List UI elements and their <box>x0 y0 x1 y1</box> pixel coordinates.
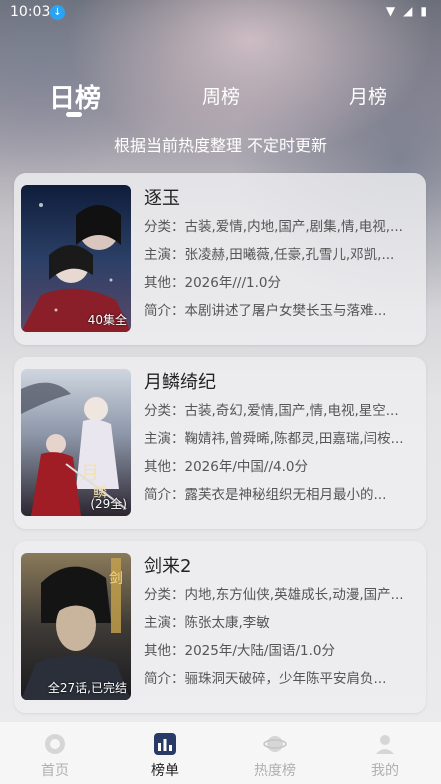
cast-value: 鞠婧祎,曾舜晞,陈都灵,田嘉瑞,闫桉... <box>184 431 404 447</box>
ranking-chart-icon <box>154 733 176 755</box>
wifi-icon: ▼ <box>385 4 396 18</box>
category-label: 分类： <box>144 587 185 603</box>
intro-value: 本剧讲述了屠户女樊长玉与落难... <box>184 303 387 319</box>
cast-value: 陈张太康,李敏 <box>184 615 270 631</box>
other-value: 2026年///1.0分 <box>184 275 281 291</box>
other-label: 其他： <box>144 459 185 475</box>
planet-icon <box>263 736 287 752</box>
tab-weekly[interactable]: 周榜 <box>196 82 246 109</box>
page-subtitle: 根据当前热度整理 不定时更新 <box>113 136 328 155</box>
poster-image[interactable]: 剑 全27话,已完结 <box>21 553 131 700</box>
nav-hot-label: 热度榜 <box>254 763 296 779</box>
category-label: 分类： <box>144 219 185 235</box>
other-label: 其他： <box>144 643 185 659</box>
intro-value: 骊珠洞天破碎，少年陈平安肩负... <box>184 671 387 687</box>
svg-text:月: 月 <box>81 463 99 484</box>
cast-label: 主演： <box>144 615 185 631</box>
list-item[interactable]: 40集全 逐玉 分类：古装,爱情,内地,国产,剧集,情,电视,... 主演：张凌… <box>14 173 426 345</box>
status-time: 10:03 <box>10 4 51 20</box>
bottom-nav: 首页 榜单 热度榜 我的 <box>0 722 441 784</box>
category-value: 古装,爱情,内地,国产,剧集,情,电视,... <box>184 219 403 235</box>
intro-label: 简介： <box>144 487 185 503</box>
poster-image[interactable]: 月 鳞 (29全) <box>21 369 131 516</box>
intro-label: 简介： <box>144 671 185 687</box>
status-bar: 10:03 ↓ ▼ ◢ ▮ <box>0 0 441 26</box>
nav-hot[interactable]: 热度榜 <box>220 722 330 784</box>
tab-indicator <box>66 112 82 117</box>
item-title[interactable]: 逐玉 <box>144 185 422 213</box>
user-icon <box>376 735 394 754</box>
status-icons: ▼ ◢ ▮ <box>386 4 427 18</box>
cast-value: 张凌赫,田曦薇,任豪,孔雪儿,邓凯,... <box>184 247 395 263</box>
other-value: 2026年/中国//4.0分 <box>184 459 308 475</box>
nav-mine[interactable]: 我的 <box>330 722 440 784</box>
episode-badge: 40集全 <box>87 313 127 327</box>
list-item[interactable]: 剑 全27话,已完结 剑来2 分类：内地,东方仙侠,英雄成长,动漫,国产... … <box>14 541 426 713</box>
intro-value: 露芙衣是神秘组织无相月最小的... <box>184 487 387 503</box>
cast-label: 主演： <box>144 247 185 263</box>
download-icon: ↓ <box>50 5 65 20</box>
category-value: 内地,东方仙侠,英雄成长,动漫,国产... <box>184 587 404 603</box>
intro-label: 简介： <box>144 303 185 319</box>
tab-daily[interactable]: 日榜 <box>48 78 102 115</box>
signal-icon: ◢ <box>403 4 413 18</box>
category-value: 古装,奇幻,爱情,国产,情,电视,星空... <box>184 403 399 419</box>
other-value: 2025年/大陆/国语/1.0分 <box>184 643 335 659</box>
other-label: 其他： <box>144 275 185 291</box>
nav-ranking-label: 榜单 <box>151 763 179 779</box>
poster-image[interactable]: 40集全 <box>21 185 131 332</box>
svg-text:剑: 剑 <box>109 571 123 587</box>
item-title[interactable]: 剑来2 <box>144 553 422 581</box>
nav-home[interactable]: 首页 <box>0 722 110 784</box>
episode-badge: 全27话,已完结 <box>47 681 127 695</box>
nav-ranking[interactable]: 榜单 <box>110 722 220 784</box>
episode-badge: (29全) <box>90 497 127 511</box>
cast-label: 主演： <box>144 431 185 447</box>
list-item[interactable]: 月 鳞 (29全) 月鳞绮纪 分类：古装,奇幻,爱情,国产,情,电视,星空...… <box>14 357 426 529</box>
item-title[interactable]: 月鳞绮纪 <box>144 369 422 397</box>
nav-home-label: 首页 <box>41 763 69 779</box>
tab-monthly[interactable]: 月榜 <box>343 82 393 109</box>
category-label: 分类： <box>144 403 185 419</box>
battery-icon: ▮ <box>420 4 427 18</box>
home-icon <box>45 734 65 754</box>
nav-mine-label: 我的 <box>371 763 399 779</box>
